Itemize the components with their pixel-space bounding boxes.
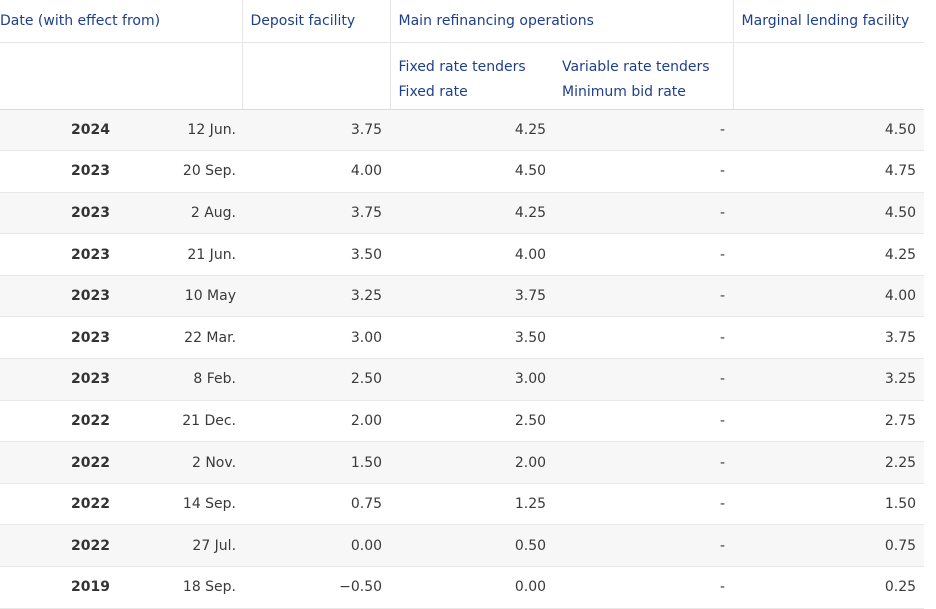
cell-fixed-rate: 1.25 — [514, 496, 547, 513]
cell-year: 2023 — [71, 246, 110, 263]
table-row: 2023 20 Sep. 4.00 4.50 - 4.75 — [0, 150, 925, 193]
cell-date: 2 Aug. — [190, 204, 237, 221]
cell-fixed-rate: 3.00 — [514, 371, 547, 388]
cell-date: 12 Jun. — [187, 121, 237, 138]
cell-min-bid-rate: - — [719, 412, 726, 429]
cell-year: 2023 — [71, 371, 110, 388]
cell-deposit-facility: 3.00 — [350, 329, 383, 346]
cell-fixed-rate: 4.25 — [514, 121, 547, 138]
table-body: 2024 12 Jun. 3.75 4.25 - 4.50 2023 20 Sep. 4.00 4… — [0, 109, 925, 609]
cell-date: 21 Jun. — [187, 246, 237, 263]
cell-fixed-rate: 2.00 — [514, 454, 547, 471]
cell-marginal-lending: 4.75 — [884, 163, 917, 180]
cell-marginal-lending: 3.75 — [884, 329, 917, 346]
header-sub-empty-date — [0, 42, 243, 110]
cell-marginal-lending: 0.75 — [884, 537, 917, 554]
cell-year: 2022 — [71, 496, 110, 513]
header-sub-empty-deposit — [241, 42, 391, 110]
cell-year: 2024 — [71, 121, 110, 138]
cell-marginal-lending: 4.50 — [884, 204, 917, 221]
header-row-top: Date (with effect from) Deposit facility… — [0, 0, 925, 43]
cell-year: 2023 — [71, 204, 110, 221]
cell-deposit-facility: 1.50 — [350, 454, 383, 471]
cell-marginal-lending: 4.00 — [884, 288, 917, 305]
header-marginal-lending: Marginal lending facility — [732, 0, 925, 43]
cell-min-bid-rate: - — [719, 288, 726, 305]
cell-year: 2023 — [71, 329, 110, 346]
cell-date: 22 Mar. — [184, 329, 237, 346]
cell-fixed-rate: 2.50 — [514, 412, 547, 429]
key-interest-rates-table: Date (with effect from) Deposit facility… — [0, 0, 925, 609]
header-sub-empty-mlf — [733, 42, 925, 110]
table-row: 2022 2 Nov. 1.50 2.00 - 2.25 — [0, 441, 925, 484]
table-row: 2022 14 Sep. 0.75 1.25 - 1.50 — [0, 483, 925, 525]
table-header: Date (with effect from) Deposit facility… — [0, 0, 925, 110]
cell-deposit-facility: 2.50 — [350, 371, 383, 388]
cell-min-bid-rate: - — [719, 371, 726, 388]
cell-date: 10 May — [184, 288, 237, 305]
cell-min-bid-rate: - — [719, 496, 726, 513]
cell-deposit-facility: 3.75 — [350, 121, 383, 138]
cell-deposit-facility: 3.50 — [350, 246, 383, 263]
header-main-refinancing: Main refinancing operations — [389, 0, 734, 43]
cell-year: 2022 — [71, 412, 110, 429]
cell-fixed-rate: 3.50 — [514, 329, 547, 346]
header-fixed-rate: Fixed rate tenders Fixed rate — [389, 42, 555, 110]
table-row: 2023 2 Aug. 3.75 4.25 - 4.50 — [0, 192, 925, 234]
table-row: 2024 12 Jun. 3.75 4.25 - 4.50 — [0, 109, 925, 151]
cell-year: 2023 — [71, 288, 110, 305]
table-row: 2022 27 Jul. 0.00 0.50 - 0.75 — [0, 524, 925, 567]
cell-min-bid-rate: - — [719, 204, 726, 221]
table-row: 2023 8 Feb. 2.50 3.00 - 3.25 — [0, 358, 925, 401]
cell-date: 14 Sep. — [182, 496, 237, 513]
cell-min-bid-rate: - — [719, 537, 726, 554]
header-min-bid-rate: Minimum bid rate — [562, 83, 686, 100]
cell-fixed-rate: 4.50 — [514, 163, 547, 180]
cell-year: 2022 — [71, 454, 110, 471]
cell-date: 2 Nov. — [191, 454, 237, 471]
cell-year: 2022 — [71, 537, 110, 554]
table-row: 2022 21 Dec. 2.00 2.50 - 2.75 — [0, 400, 925, 442]
cell-marginal-lending: 4.50 — [884, 121, 917, 138]
cell-fixed-rate: 3.75 — [514, 288, 547, 305]
header-variable-rate-tenders: Variable rate tenders — [562, 58, 710, 75]
cell-marginal-lending: 2.75 — [884, 412, 917, 429]
cell-min-bid-rate: - — [719, 163, 726, 180]
cell-deposit-facility: 4.00 — [350, 163, 383, 180]
cell-deposit-facility: 2.00 — [350, 412, 383, 429]
header-row-sub: Fixed rate tenders Fixed rate Variable r… — [0, 42, 925, 110]
cell-marginal-lending: 2.25 — [884, 454, 917, 471]
cell-date: 20 Sep. — [182, 163, 237, 180]
cell-year: 2023 — [71, 163, 110, 180]
header-deposit-facility: Deposit facility — [241, 0, 391, 43]
header-fixed-rate-label: Fixed rate — [398, 83, 468, 100]
cell-deposit-facility: 3.75 — [350, 204, 383, 221]
cell-marginal-lending: 1.50 — [884, 496, 917, 513]
cell-fixed-rate: 0.50 — [514, 537, 547, 554]
cell-date: 8 Feb. — [193, 371, 237, 388]
cell-deposit-facility: 0.00 — [350, 537, 383, 554]
cell-fixed-rate: 4.25 — [514, 204, 547, 221]
table-row: 2023 22 Mar. 3.00 3.50 - 3.75 — [0, 316, 925, 359]
cell-min-bid-rate: - — [719, 121, 726, 138]
header-fixed-rate-tenders: Fixed rate tenders — [398, 58, 526, 75]
cell-deposit-facility: 0.75 — [350, 496, 383, 513]
cell-min-bid-rate: - — [719, 454, 726, 471]
cell-deposit-facility: 3.25 — [350, 288, 383, 305]
header-date: Date (with effect from) — [0, 0, 243, 43]
cell-date: 27 Jul. — [192, 537, 237, 554]
cell-fixed-rate: 4.00 — [514, 246, 547, 263]
cell-min-bid-rate: - — [719, 329, 726, 346]
cell-marginal-lending: 4.25 — [884, 246, 917, 263]
cell-date: 21 Dec. — [182, 412, 237, 429]
cell-min-bid-rate: - — [719, 246, 726, 263]
cell-marginal-lending: 3.25 — [884, 371, 917, 388]
header-variable-rate: Variable rate tenders Minimum bid rate — [554, 42, 734, 110]
table-row: 2023 10 May 3.25 3.75 - 4.00 — [0, 275, 925, 317]
table-row: 2023 21 Jun. 3.50 4.00 - 4.25 — [0, 233, 925, 276]
